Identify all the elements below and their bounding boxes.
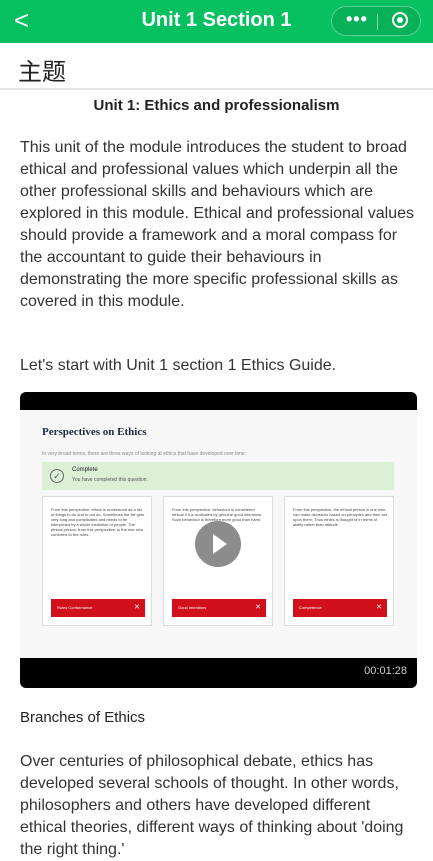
complete-title: Complete — [72, 467, 98, 473]
card-text: From this perspective, ethics is underst… — [51, 507, 145, 537]
close-icon: ✕ — [255, 604, 261, 611]
card-label-bar: Rules Conformance ✕ — [51, 599, 145, 617]
complete-banner: ✓ Complete You have completed this quest… — [42, 462, 394, 490]
perspective-card: From this perspective, the ethical perso… — [284, 496, 394, 626]
card-label: Good Intentions — [178, 605, 207, 610]
card-label: Competence — [299, 605, 322, 610]
unit-title: Unit 1: Ethics and professionalism — [93, 97, 340, 114]
section-heading: 主题 — [18, 59, 66, 86]
card-label-bar: Competence ✕ — [293, 599, 387, 617]
intro-paragraph: This unit of the module introduces the s… — [20, 139, 415, 310]
play-icon[interactable] — [195, 521, 241, 567]
slide-title: Perspectives on Ethics — [42, 426, 147, 438]
video-player[interactable]: Perspectives on Ethics In very broad ter… — [20, 392, 417, 688]
close-icon: ✕ — [376, 604, 382, 611]
branches-paragraph: Over centuries of philosophical debate, … — [20, 753, 404, 858]
navigation-bar: < Unit 1 Section 1 ••• — [0, 0, 433, 43]
branches-heading: Branches of Ethics — [20, 709, 146, 726]
complete-text: You have completed this question. — [72, 477, 148, 483]
mini-program-capsule: ••• — [331, 6, 421, 36]
card-text: From this perspective, the ethical perso… — [293, 507, 387, 527]
lead-paragraph: Let's start with Unit 1 section 1 Ethics… — [20, 357, 337, 374]
capsule-divider — [377, 14, 378, 30]
more-options-button[interactable]: ••• — [346, 9, 368, 30]
card-label-bar: Good Intentions ✕ — [172, 599, 266, 617]
video-duration: 00:01:28 — [364, 665, 407, 677]
checkmark-icon: ✓ — [50, 469, 64, 483]
close-target-icon[interactable] — [392, 12, 408, 28]
section-divider — [0, 88, 433, 90]
close-icon: ✕ — [134, 604, 140, 611]
perspective-card: From this perspective, ethics is underst… — [42, 496, 152, 626]
card-label: Rules Conformance — [57, 605, 93, 610]
slide-subtitle: In very broad terms, there are three way… — [42, 451, 246, 457]
card-text: From this perspective, behaviour is cons… — [172, 507, 263, 522]
